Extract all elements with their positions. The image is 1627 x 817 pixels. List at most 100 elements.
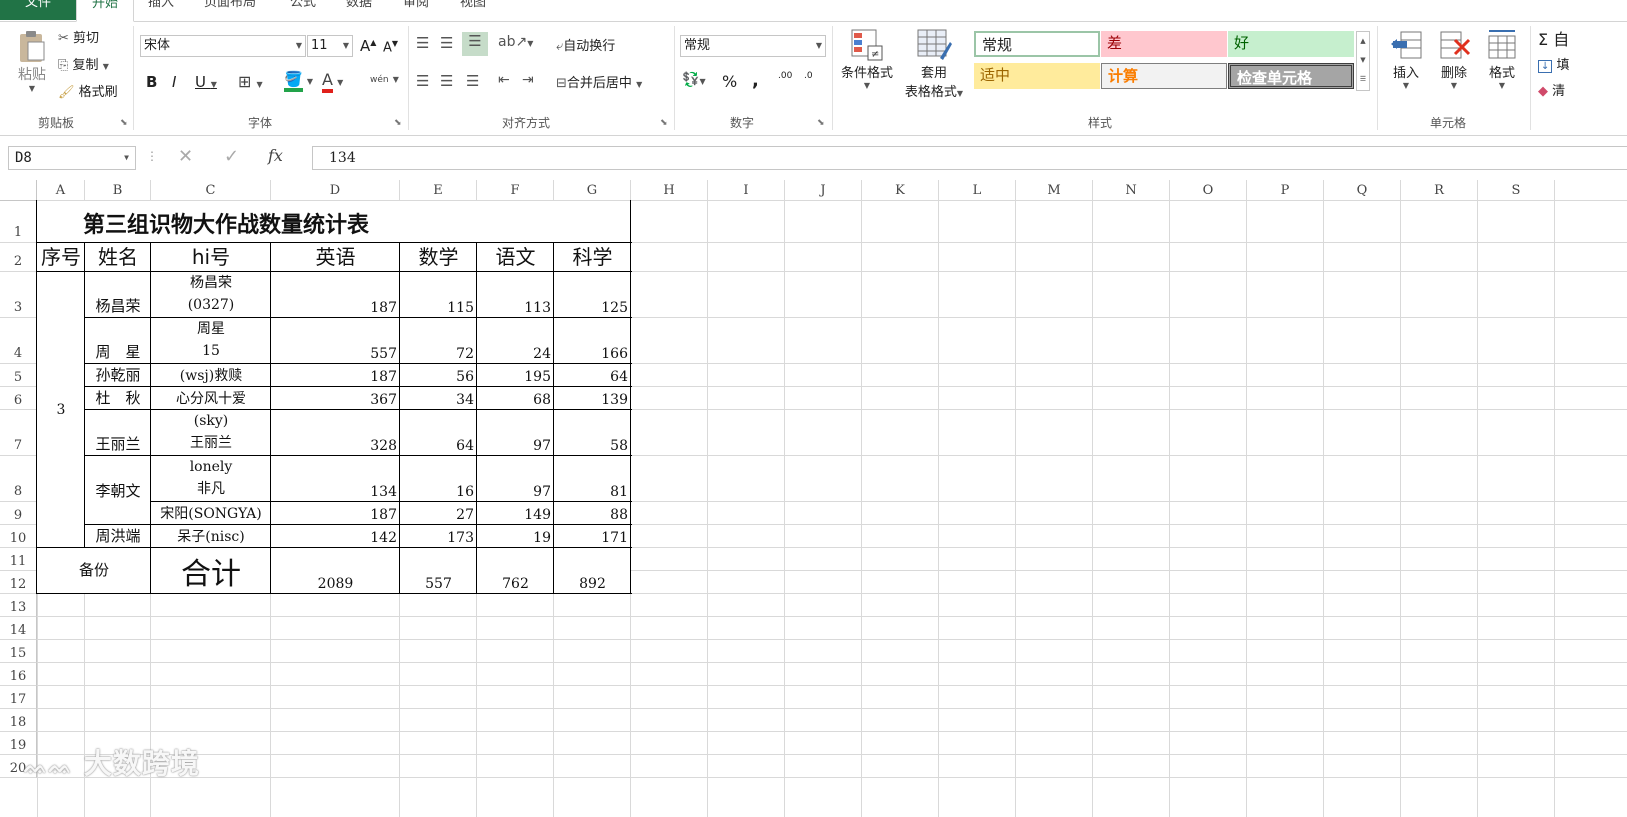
- row-header-18[interactable]: 18: [0, 709, 37, 732]
- row-header-9[interactable]: 9: [0, 502, 37, 525]
- name-cell[interactable]: 王丽兰: [85, 410, 151, 456]
- column-header-b[interactable]: B: [85, 180, 151, 201]
- align-bottom-button[interactable]: ☰: [462, 32, 488, 56]
- dialog-launcher-icon[interactable]: ⬊: [120, 118, 128, 128]
- score-cell-math[interactable]: 173: [400, 525, 477, 548]
- score-cell-en[interactable]: 557: [271, 318, 400, 364]
- column-header-p[interactable]: P: [1247, 180, 1324, 201]
- italic-button[interactable]: I: [172, 73, 176, 91]
- score-cell-cn[interactable]: 68: [477, 387, 554, 410]
- comma-button[interactable]: ,: [752, 70, 759, 91]
- row-header-16[interactable]: 16: [0, 663, 37, 686]
- tab-view[interactable]: 视图: [450, 0, 496, 16]
- row-header-3[interactable]: 3: [0, 272, 37, 318]
- column-header-d[interactable]: D: [271, 180, 400, 201]
- style-normal[interactable]: 常规: [974, 31, 1100, 57]
- cancel-icon[interactable]: ✕: [178, 146, 193, 167]
- merge-center-button[interactable]: ⊟合并后居中 ▼: [556, 72, 642, 91]
- increase-decimal-button[interactable]: .00: [778, 72, 792, 81]
- column-header-f[interactable]: F: [477, 180, 554, 201]
- header-cell-6[interactable]: 科学: [554, 243, 631, 272]
- tab-file[interactable]: 文件: [0, 0, 76, 20]
- header-cell-3[interactable]: 英语: [271, 243, 400, 272]
- align-top-button[interactable]: ☰: [416, 34, 429, 52]
- score-cell-cn[interactable]: 19: [477, 525, 554, 548]
- row-header-8[interactable]: 8: [0, 456, 37, 502]
- score-cell-sci[interactable]: 64: [554, 364, 631, 387]
- score-cell-en[interactable]: 367: [271, 387, 400, 410]
- column-header-q[interactable]: Q: [1324, 180, 1401, 201]
- score-cell-sci[interactable]: 81: [554, 456, 631, 502]
- total-cell-math[interactable]: 557: [400, 548, 477, 594]
- fill-button[interactable]: ↓ 填: [1538, 54, 1570, 73]
- score-cell-sci[interactable]: 171: [554, 525, 631, 548]
- increase-indent-button[interactable]: ⇥: [522, 72, 534, 88]
- worksheet-grid[interactable]: ABCDEFGHIJKLMNOPQRS 1 2 3 4 5 6 7 8 9 10 11 12 13 14 1…: [0, 180, 1627, 817]
- align-center-button[interactable]: ☰: [440, 72, 453, 90]
- shrink-font-button[interactable]: A▼: [383, 39, 398, 55]
- row-header-17[interactable]: 17: [0, 686, 37, 709]
- column-header-n[interactable]: N: [1093, 180, 1170, 201]
- grow-font-button[interactable]: A▲: [360, 37, 376, 55]
- header-cell-5[interactable]: 语文: [477, 243, 554, 272]
- confirm-icon[interactable]: ✓: [224, 146, 239, 167]
- delete-cells-button[interactable]: 删除 ▼: [1430, 28, 1478, 90]
- score-cell-en[interactable]: 187: [271, 272, 400, 318]
- format-cells-button[interactable]: 格式 ▼: [1478, 28, 1526, 90]
- score-cell-sci[interactable]: 139: [554, 387, 631, 410]
- cut-button[interactable]: ✂ 剪切: [58, 27, 99, 46]
- row-header-15[interactable]: 15: [0, 640, 37, 663]
- score-cell-math[interactable]: 64: [400, 410, 477, 456]
- score-cell-en[interactable]: 187: [271, 502, 400, 525]
- score-cell-en[interactable]: 328: [271, 410, 400, 456]
- column-header-h[interactable]: H: [631, 180, 708, 201]
- decrease-decimal-button[interactable]: .0: [804, 72, 813, 81]
- font-size-combo[interactable]: 11 ▼: [307, 35, 353, 57]
- score-cell-cn[interactable]: 97: [477, 410, 554, 456]
- hi-cell[interactable]: 心分风十爱: [151, 387, 271, 410]
- decrease-indent-button[interactable]: ⇤: [498, 72, 510, 88]
- score-cell-math[interactable]: 115: [400, 272, 477, 318]
- score-cell-sci[interactable]: 88: [554, 502, 631, 525]
- name-box[interactable]: D8 ▼: [8, 146, 136, 170]
- hi-cell[interactable]: (sky) 王丽兰: [151, 410, 271, 456]
- name-cell[interactable]: 周洪端: [85, 525, 151, 548]
- copy-button[interactable]: ⎘ 复制 ▼: [58, 54, 109, 73]
- name-cell[interactable]: 孙乾丽: [85, 364, 151, 387]
- style-good[interactable]: 好: [1228, 31, 1354, 57]
- align-right-button[interactable]: ☰: [466, 72, 479, 90]
- column-header-g[interactable]: G: [554, 180, 631, 201]
- column-header-l[interactable]: L: [939, 180, 1016, 201]
- hi-cell[interactable]: (wsj)救赎: [151, 364, 271, 387]
- format-painter-button[interactable]: 🖌 格式刷: [58, 81, 118, 100]
- score-cell-en[interactable]: 134: [271, 456, 400, 502]
- autosum-button[interactable]: Σ 自: [1538, 26, 1569, 50]
- align-middle-button[interactable]: ☰: [440, 34, 453, 52]
- formula-input[interactable]: 134: [312, 146, 1627, 170]
- style-check-cell[interactable]: 检查单元格: [1228, 63, 1354, 89]
- row-header-12[interactable]: 12: [0, 571, 37, 594]
- row-header-4[interactable]: 4: [0, 318, 37, 364]
- score-cell-math[interactable]: 34: [400, 387, 477, 410]
- column-header-e[interactable]: E: [400, 180, 477, 201]
- hi-cell[interactable]: lonely 非凡: [151, 456, 271, 502]
- score-cell-math[interactable]: 16: [400, 456, 477, 502]
- score-cell-sci[interactable]: 58: [554, 410, 631, 456]
- header-cell-2[interactable]: hi号: [151, 243, 271, 272]
- orientation-button[interactable]: ab↗▼: [498, 34, 533, 50]
- score-cell-cn[interactable]: 195: [477, 364, 554, 387]
- score-cell-en[interactable]: 142: [271, 525, 400, 548]
- column-header-s[interactable]: S: [1478, 180, 1555, 201]
- hi-cell[interactable]: 宋阳(SONGYA): [151, 502, 271, 525]
- dialog-launcher-icon[interactable]: ⬊: [817, 118, 825, 128]
- column-header-c[interactable]: C: [151, 180, 271, 201]
- score-cell-cn[interactable]: 24: [477, 318, 554, 364]
- name-cell[interactable]: 杜 秋: [85, 387, 151, 410]
- font-color-button[interactable]: A ▼: [322, 70, 343, 93]
- hi-cell[interactable]: 杨昌荣 (0327): [151, 272, 271, 318]
- align-left-button[interactable]: ☰: [416, 72, 429, 90]
- row-header-6[interactable]: 6: [0, 387, 37, 410]
- header-cell-1[interactable]: 姓名: [85, 243, 151, 272]
- more-options-icon[interactable]: ⋮: [146, 149, 158, 163]
- row-header-13[interactable]: 13: [0, 594, 37, 617]
